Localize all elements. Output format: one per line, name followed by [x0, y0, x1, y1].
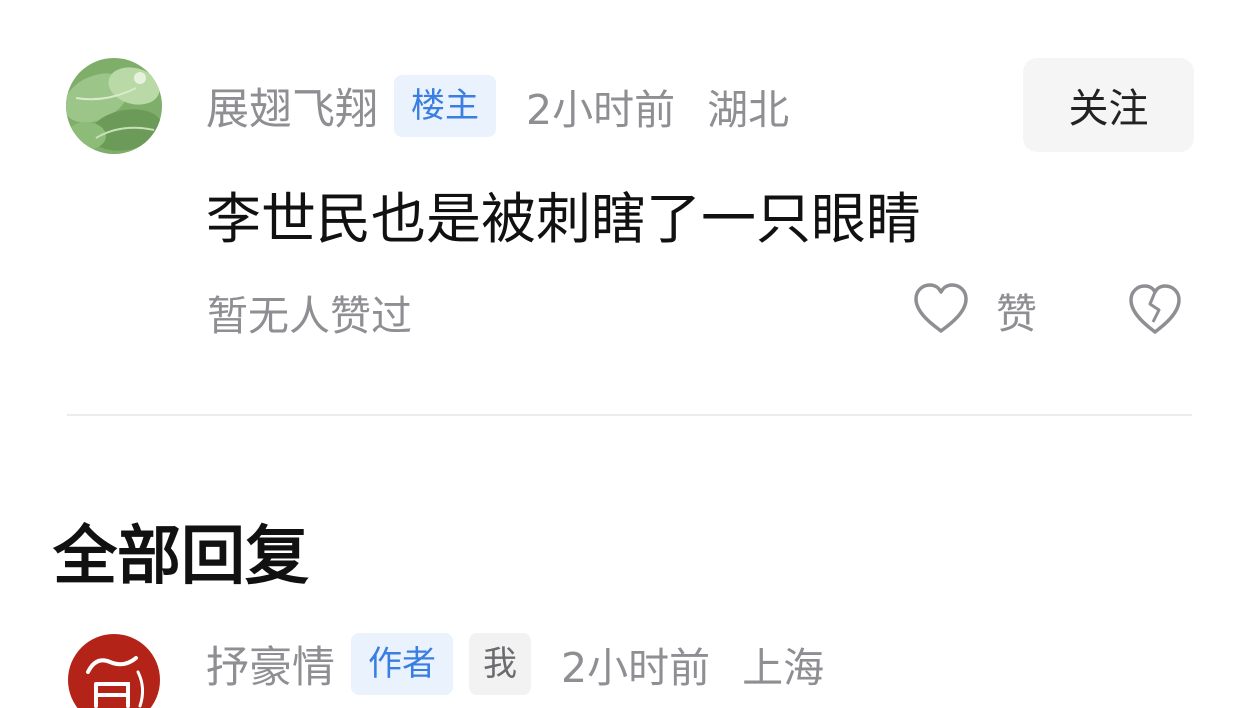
broken-heart-icon — [1127, 284, 1183, 340]
author-badge: 作者 — [351, 633, 453, 695]
reply-avatar[interactable] — [66, 632, 162, 708]
main-comment-meta: 展翅飞翔 楼主 2小时前 湖北 — [206, 74, 789, 138]
reply-location: 上海 — [742, 644, 825, 692]
comment-detail-page: 展翅飞翔 楼主 2小时前 湖北 关注 李世民也是被刺瞎了一只眼睛 暂无人赞过 赞… — [0, 0, 1260, 708]
main-comment-avatar[interactable] — [66, 58, 162, 154]
red-calligraphy-avatar-icon — [66, 632, 162, 708]
section-divider — [67, 414, 1192, 416]
reply-meta: 抒豪情 作者 我 2小时前 上海 — [206, 632, 824, 696]
follow-button[interactable]: 关注 — [1023, 58, 1194, 152]
all-replies-title: 全部回复 — [53, 520, 309, 594]
main-comment-username[interactable]: 展翅飞翔 — [206, 75, 378, 137]
main-comment-location: 湖北 — [707, 86, 790, 134]
reply-time: 2小时前 — [561, 644, 711, 692]
reply-username[interactable]: 抒豪情 — [206, 633, 335, 695]
me-badge: 我 — [469, 633, 531, 695]
main-comment-text: 李世民也是被刺瞎了一只眼睛 — [206, 187, 922, 251]
dislike-button[interactable] — [1127, 282, 1183, 340]
op-badge: 楼主 — [394, 75, 496, 137]
likes-status: 暂无人赞过 — [207, 292, 412, 340]
like-label: 赞 — [996, 290, 1037, 338]
heart-outline-icon — [912, 281, 970, 339]
like-button[interactable]: 赞 — [912, 280, 1037, 340]
main-comment-time: 2小时前 — [526, 86, 676, 134]
lotus-leaf-avatar-icon — [66, 58, 162, 154]
